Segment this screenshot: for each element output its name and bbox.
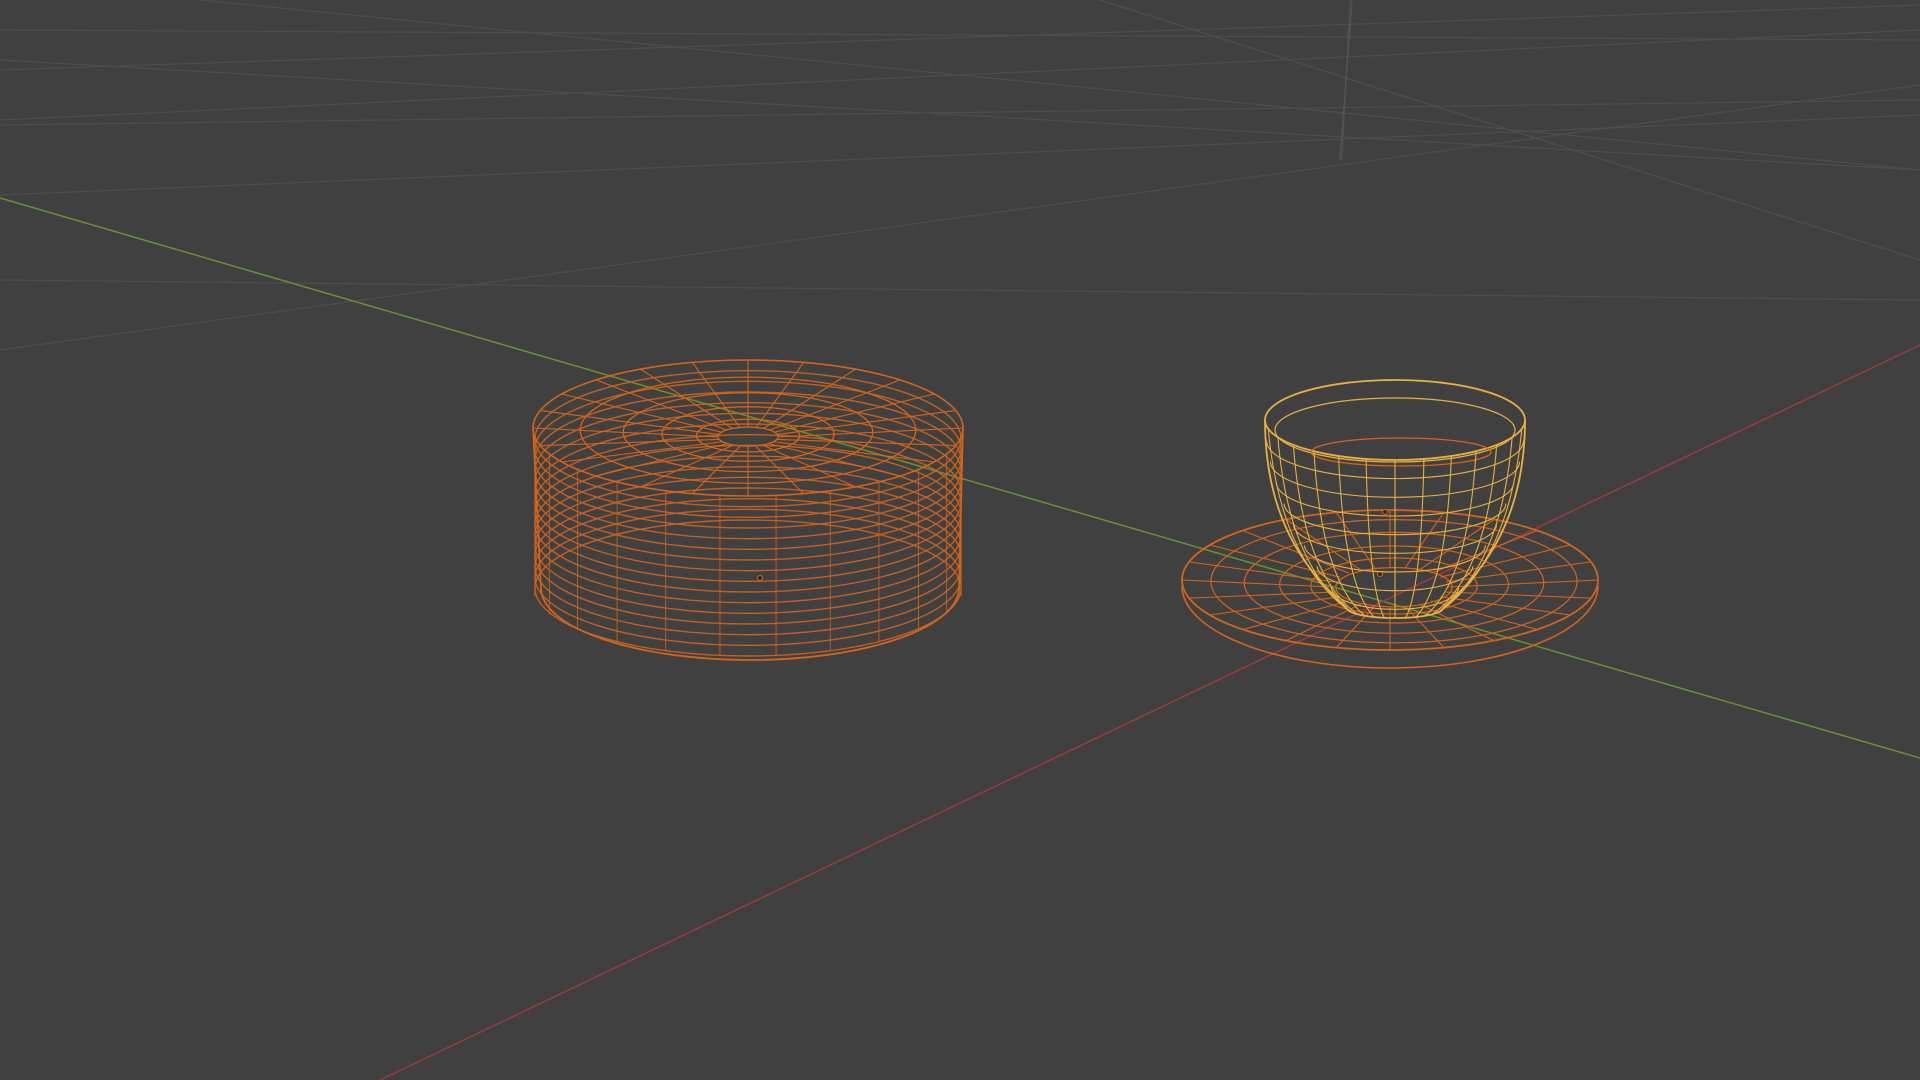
plate-origin-dot <box>757 575 763 581</box>
plate-stack-wireframe[interactable] <box>532 359 964 661</box>
saucer-spoke <box>1189 591 1334 599</box>
cup-meridian-line <box>1415 456 1452 618</box>
saucer-spoke <box>1446 561 1591 583</box>
cup-rim <box>1264 379 1526 461</box>
3d-viewport[interactable] <box>0 0 1920 1080</box>
grid-line <box>0 99 1920 126</box>
floor-grid <box>0 0 1920 351</box>
grid-line <box>0 4 1920 71</box>
cup-origin-dot <box>1382 509 1388 515</box>
saucer-spoke <box>1418 603 1495 642</box>
saucer-ring <box>1210 519 1578 644</box>
saucer-wireframe[interactable] <box>1181 509 1599 669</box>
grid-line <box>0 29 1920 41</box>
saucer-spoke <box>1446 591 1591 599</box>
grid-line <box>0 59 1920 171</box>
grid-line <box>199 0 1920 171</box>
plate-inner-ring <box>717 426 779 447</box>
saucer-spoke <box>1181 579 1332 588</box>
cup-left-profile <box>1264 419 1348 609</box>
cup-meridian-line <box>1405 458 1425 619</box>
saucer-spoke <box>1285 603 1362 642</box>
cup-wireframe[interactable] <box>1264 379 1526 619</box>
plate-spoke <box>773 441 935 463</box>
saucer-spoke <box>1209 596 1340 616</box>
saucer-spoke <box>1440 596 1571 616</box>
grid-line <box>0 279 1920 301</box>
grid-line <box>0 84 1920 351</box>
cup-meridian-line <box>1365 458 1385 619</box>
viewport-canvas[interactable] <box>0 0 1920 1080</box>
plate-spoke <box>561 441 723 463</box>
grid-line <box>0 114 1920 196</box>
